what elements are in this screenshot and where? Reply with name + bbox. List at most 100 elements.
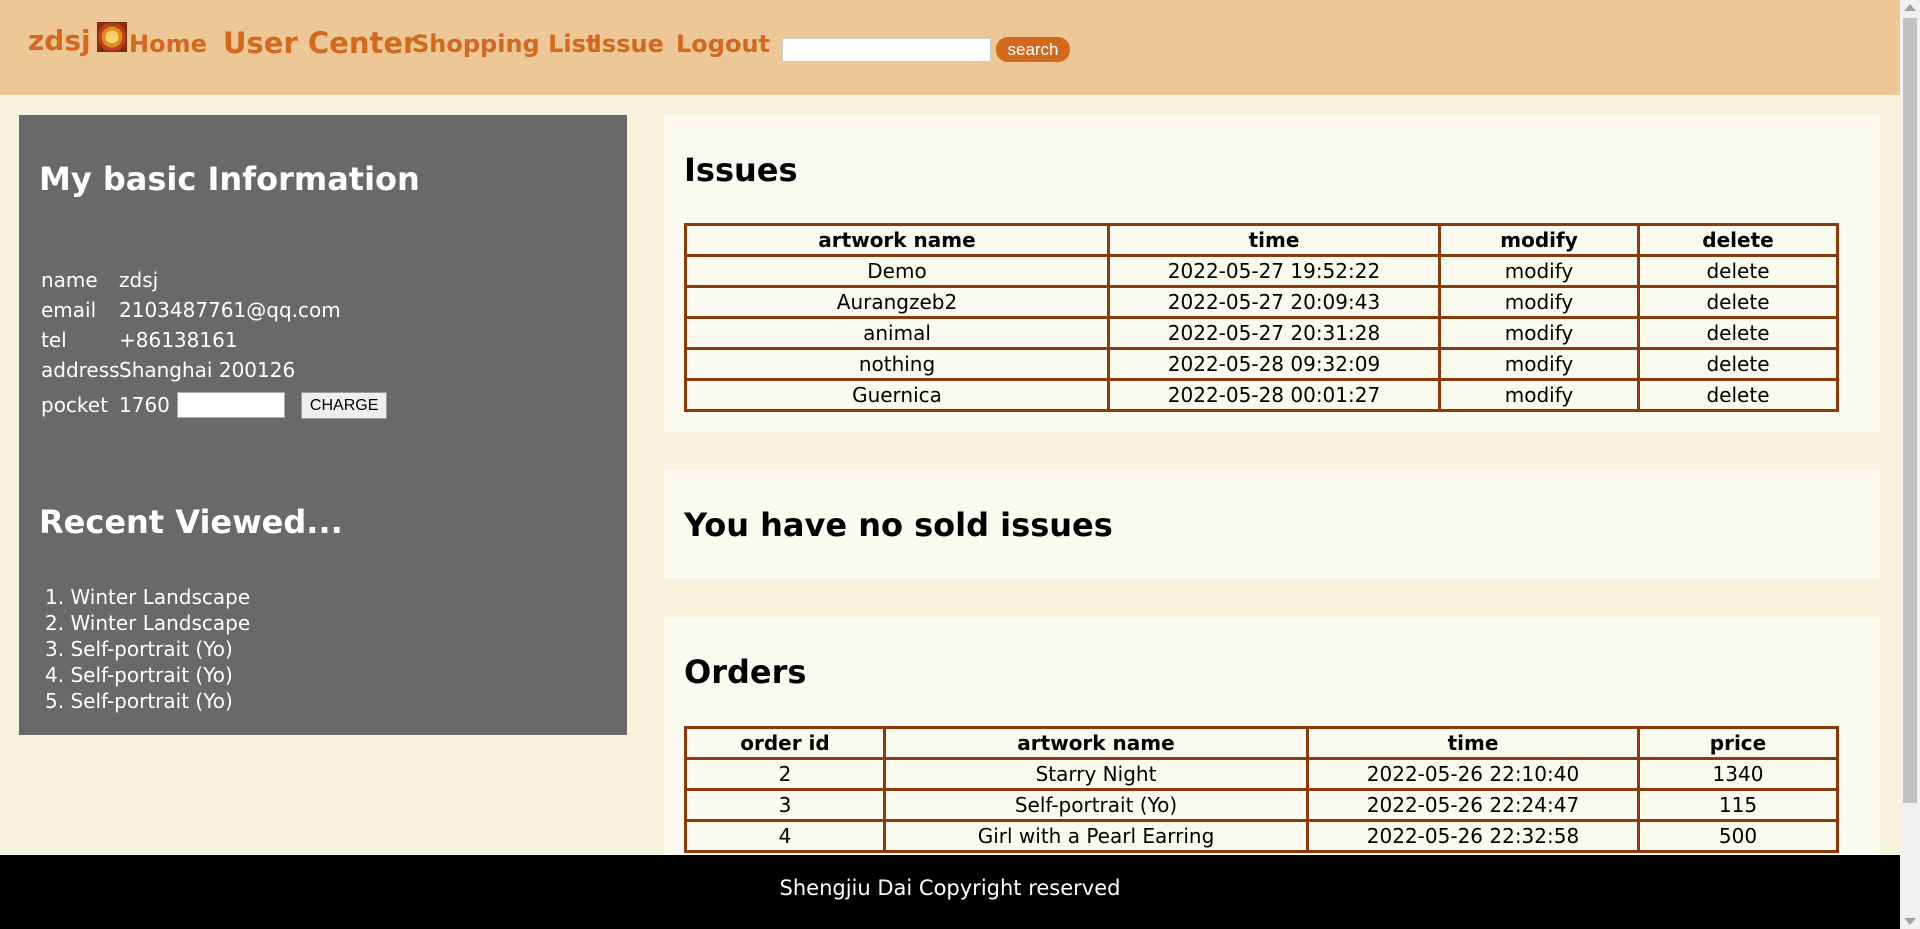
time-cell: 2022-05-27 19:52:22: [1107, 254, 1441, 288]
modify-link[interactable]: modify: [1438, 316, 1640, 350]
price-cell: 115: [1637, 788, 1839, 822]
nav-logout-link[interactable]: Logout: [676, 30, 770, 58]
info-row-address: address Shanghai 200126: [41, 355, 387, 385]
column-header: artwork name: [684, 223, 1110, 257]
info-row-email: email 2103487761@qq.com: [41, 295, 387, 325]
basic-info-title: My basic Information: [39, 160, 420, 198]
table-row: 2 Starry Night 2022-05-26 22:10:40 1340: [684, 757, 1839, 791]
info-value: Shanghai 200126: [119, 358, 296, 382]
artwork-name-cell: Self-portrait (Yo): [883, 788, 1309, 822]
nav-shopping-list-link[interactable]: Shopping List: [412, 30, 597, 58]
scroll-up-icon[interactable]: [1904, 4, 1916, 11]
delete-link[interactable]: delete: [1637, 316, 1839, 350]
table-header-row: order id artwork name time price: [684, 726, 1839, 760]
orders-table: order id artwork name time price 2 Starr…: [684, 726, 1839, 853]
delete-link[interactable]: delete: [1637, 254, 1839, 288]
info-value: 2103487761@qq.com: [119, 298, 341, 322]
price-cell: 500: [1637, 819, 1839, 853]
table-row: animal 2022-05-27 20:31:28 modify delete: [684, 316, 1839, 350]
table-row: 4 Girl with a Pearl Earring 2022-05-26 2…: [684, 819, 1839, 853]
delete-link[interactable]: delete: [1637, 378, 1839, 412]
brand-name[interactable]: zdsj: [28, 24, 91, 57]
info-key: name: [41, 268, 98, 292]
artwork-name-cell: Girl with a Pearl Earring: [883, 819, 1309, 853]
basic-info-panel: My basic Information name zdsj email 210…: [19, 115, 627, 735]
order-id-cell: 4: [684, 819, 886, 853]
time-cell: 2022-05-27 20:31:28: [1107, 316, 1441, 350]
brand[interactable]: zdsj: [28, 21, 127, 57]
copyright-text: Shengjiu Dai Copyright reserved: [779, 876, 1121, 900]
artwork-name-cell: Aurangzeb2: [684, 285, 1110, 319]
footer: Shengjiu Dai Copyright reserved: [0, 855, 1900, 929]
table-row: Guernica 2022-05-28 00:01:27 modify dele…: [684, 378, 1839, 412]
column-header: modify: [1438, 223, 1640, 257]
delete-link[interactable]: delete: [1637, 285, 1839, 319]
search-input[interactable]: [782, 38, 991, 62]
time-cell: 2022-05-26 22:24:47: [1306, 788, 1640, 822]
modify-link[interactable]: modify: [1438, 347, 1640, 381]
time-cell: 2022-05-27 20:09:43: [1107, 285, 1441, 319]
info-key: email: [41, 298, 97, 322]
artwork-name-cell: Demo: [684, 254, 1110, 288]
time-cell: 2022-05-28 00:01:27: [1107, 378, 1441, 412]
info-value: +86138161: [119, 328, 238, 352]
column-header: delete: [1637, 223, 1839, 257]
info-key: address: [41, 358, 120, 382]
column-header: time: [1306, 726, 1640, 760]
column-header: price: [1637, 726, 1839, 760]
artwork-name-cell: Starry Night: [883, 757, 1309, 791]
pocket-value: 1760: [119, 393, 170, 417]
info-value: zdsj: [119, 268, 159, 292]
search-button[interactable]: search: [996, 37, 1070, 62]
time-cell: 2022-05-26 22:10:40: [1306, 757, 1640, 791]
order-id-cell: 2: [684, 757, 886, 791]
orders-panel: Orders order id artwork name time price …: [664, 617, 1880, 855]
artwork-name-cell: Guernica: [684, 378, 1110, 412]
charge-amount-input[interactable]: [176, 392, 285, 418]
info-row-pocket: pocket 1760 CHARGE: [41, 385, 388, 425]
time-cell: 2022-05-28 09:32:09: [1107, 347, 1441, 381]
modify-link[interactable]: modify: [1438, 254, 1640, 288]
table-header-row: artwork name time modify delete: [684, 223, 1839, 257]
recent-viewed-list: 1. Winter Landscape 2. Winter Landscape …: [45, 585, 250, 715]
order-id-cell: 3: [684, 788, 886, 822]
table-row: 3 Self-portrait (Yo) 2022-05-26 22:24:47…: [684, 788, 1839, 822]
recent-item[interactable]: 4. Self-portrait (Yo): [45, 663, 250, 689]
table-row: Aurangzeb2 2022-05-27 20:09:43 modify de…: [684, 285, 1839, 319]
modify-link[interactable]: modify: [1438, 378, 1640, 412]
table-row: Demo 2022-05-27 19:52:22 modify delete: [684, 254, 1839, 288]
modify-link[interactable]: modify: [1438, 285, 1640, 319]
sold-issues-message: You have no sold issues: [684, 506, 1113, 544]
scroll-thumb[interactable]: [1903, 18, 1917, 803]
page-scrollbar[interactable]: [1900, 0, 1920, 929]
nav-user-center-link[interactable]: User Center: [223, 26, 417, 60]
time-cell: 2022-05-26 22:32:58: [1306, 819, 1640, 853]
info-row-tel: tel +86138161: [41, 325, 387, 355]
recent-item[interactable]: 5. Self-portrait (Yo): [45, 689, 250, 715]
artwork-name-cell: animal: [684, 316, 1110, 350]
top-nav: zdsj Home User Center Shopping List Issu…: [0, 0, 1900, 95]
info-table: name zdsj email 2103487761@qq.com tel +8…: [41, 265, 388, 425]
orders-title: Orders: [684, 653, 807, 691]
artwork-name-cell: nothing: [684, 347, 1110, 381]
info-row-name: name zdsj: [41, 265, 387, 295]
column-header: time: [1107, 223, 1441, 257]
info-key: tel: [41, 328, 67, 352]
column-header: order id: [684, 726, 886, 760]
recent-item[interactable]: 1. Winter Landscape: [45, 585, 250, 611]
pocket-label: pocket: [41, 393, 108, 417]
charge-button[interactable]: CHARGE: [300, 391, 388, 419]
recent-item[interactable]: 2. Winter Landscape: [45, 611, 250, 637]
nav-issue-link[interactable]: Issue: [593, 30, 664, 58]
issues-title: Issues: [684, 151, 798, 189]
nav-home-link[interactable]: Home: [129, 30, 207, 58]
issues-panel: Issues artwork name time modify delete D…: [664, 115, 1880, 432]
delete-link[interactable]: delete: [1637, 347, 1839, 381]
recent-item[interactable]: 3. Self-portrait (Yo): [45, 637, 250, 663]
scroll-down-icon[interactable]: [1904, 918, 1916, 925]
recent-viewed-title: Recent Viewed...: [39, 503, 343, 541]
column-header: artwork name: [883, 726, 1309, 760]
issues-table: artwork name time modify delete Demo 202…: [684, 223, 1839, 412]
brand-logo-icon[interactable]: [96, 21, 127, 52]
sold-issues-panel: You have no sold issues: [664, 470, 1880, 579]
